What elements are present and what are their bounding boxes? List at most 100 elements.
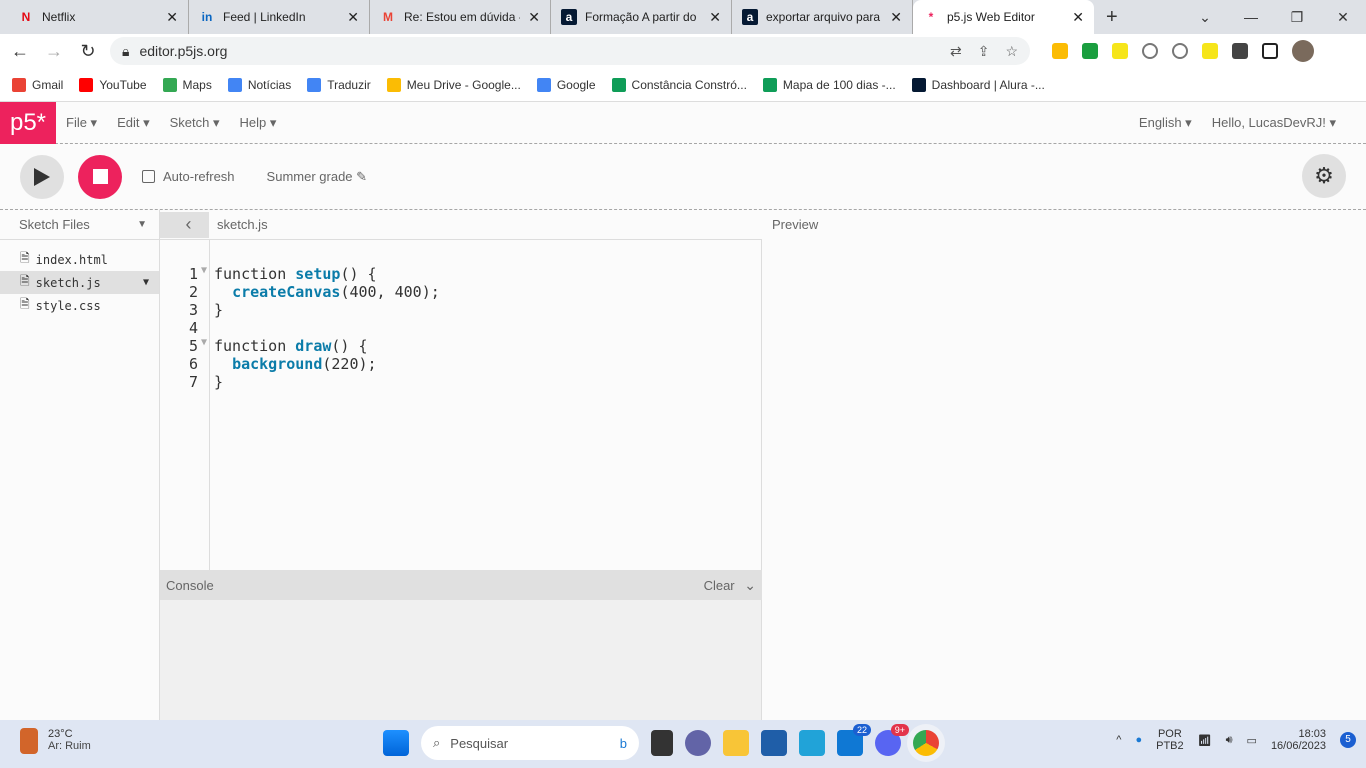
settings-button[interactable]: ⚙	[1302, 154, 1346, 198]
start-icon[interactable]	[383, 730, 409, 756]
linkedin-icon: in	[201, 10, 213, 24]
gear-icon: ⚙	[1314, 163, 1334, 188]
browser-tab[interactable]: M Re: Estou em dúvida - ✕	[370, 0, 551, 34]
back-icon[interactable]: ←	[8, 41, 32, 62]
drive-extension-icon[interactable]	[1052, 43, 1068, 59]
close-window-icon[interactable]: ✕	[1320, 0, 1366, 34]
close-tab-icon[interactable]: ✕	[166, 9, 178, 26]
fold-icon[interactable]	[198, 355, 210, 373]
menu-sketch[interactable]: Sketch ▾	[170, 115, 220, 131]
menu-file[interactable]: File ▾	[66, 115, 97, 131]
fold-icon[interactable]	[198, 283, 210, 301]
sidepanel-icon[interactable]	[1262, 43, 1278, 59]
tab-search-icon[interactable]: ⌄	[1182, 0, 1228, 34]
new-tab-button[interactable]: +	[1106, 6, 1118, 29]
console	[160, 600, 762, 720]
file-sketch-js[interactable]: 🗎 sketch.js ▼	[0, 271, 159, 294]
fold-icon[interactable]: ▼	[198, 265, 210, 283]
bookmark[interactable]: Maps	[162, 77, 212, 92]
close-tab-icon[interactable]: ✕	[890, 9, 902, 26]
outlook-icon[interactable]: 22	[837, 724, 871, 756]
menu-help[interactable]: Help ▾	[240, 115, 277, 131]
code-editor[interactable]: 1 ▼ function setup() {2 createCanvas(400, …	[160, 240, 762, 570]
browser-tab[interactable]: N Netflix ✕	[8, 0, 189, 34]
fold-icon[interactable]	[198, 301, 210, 319]
clock[interactable]: 18:03 16/06/2023	[1271, 728, 1326, 752]
input-language[interactable]: POR PTB2	[1156, 728, 1184, 752]
bookmark[interactable]: Mapa de 100 dias -...	[762, 77, 896, 92]
battery-icon[interactable]: ▭	[1247, 734, 1257, 747]
restore-icon[interactable]: ❐	[1274, 0, 1320, 34]
discord-icon[interactable]: 9+	[875, 724, 909, 756]
check-extension-icon[interactable]	[1082, 43, 1098, 59]
menu-edit[interactable]: Edit ▾	[117, 115, 150, 131]
weather-widget[interactable]: 23°C Ar: Ruim	[20, 728, 91, 754]
taskbar-search[interactable]: ⌕ Pesquisar b	[421, 726, 639, 760]
bookmark[interactable]: Gmail	[12, 77, 63, 92]
teams-icon[interactable]	[685, 730, 711, 756]
editor-header: ‹ sketch.js	[160, 210, 762, 240]
file-style-css[interactable]: 🗎 style.css	[0, 294, 159, 317]
bookmark-icon	[227, 77, 242, 92]
chrome-icon[interactable]	[913, 730, 939, 756]
fold-icon[interactable]	[198, 373, 210, 391]
browser-tab[interactable]: in Feed | LinkedIn ✕	[189, 0, 370, 34]
puzzle-icon[interactable]	[1232, 43, 1248, 59]
reload-icon[interactable]: ↻	[76, 41, 100, 62]
file-sidebar: Sketch Files ▼ 🗎 index.html 🗎 sketch.js ▼ 🗎 s…	[0, 210, 160, 720]
close-tab-icon[interactable]: ✕	[528, 9, 540, 26]
store-icon[interactable]	[761, 730, 787, 756]
avatar[interactable]	[1292, 40, 1314, 62]
collapse-sidebar-button[interactable]: ‹	[160, 211, 209, 238]
chevron-up-icon[interactable]: ^	[1116, 734, 1121, 746]
play-button[interactable]	[20, 154, 64, 199]
sketch-name[interactable]: Summer grade ✎	[267, 169, 367, 185]
fold-icon[interactable]: ▼	[198, 337, 210, 355]
defender-icon[interactable]: ●	[1135, 734, 1142, 746]
close-tab-icon[interactable]: ✕	[347, 9, 359, 26]
browser-tab[interactable]: a Formação A partir do ✕	[551, 0, 732, 34]
code-line: 7}	[188, 373, 224, 391]
language-menu[interactable]: English ▾	[1139, 115, 1192, 131]
bookmark[interactable]: Traduzir	[307, 77, 371, 92]
chevron-down-icon[interactable]: ⌄	[744, 577, 756, 593]
browser-tab[interactable]: a exportar arquivo para ✕	[732, 0, 913, 34]
p5-logo[interactable]: p5*	[0, 101, 56, 144]
bookmark[interactable]: Meu Drive - Google...	[386, 77, 521, 92]
url-bar[interactable]: 🔒︎ editor.p5js.org ⇄ ⇪ ☆	[110, 37, 1030, 65]
extension-icon[interactable]	[1202, 43, 1218, 59]
stop-icon	[92, 169, 108, 184]
bookmark[interactable]: Notícias	[227, 77, 291, 92]
console-clear-button[interactable]: Clear	[704, 578, 735, 593]
search-extension-icon[interactable]	[1112, 43, 1128, 59]
url-text[interactable]: editor.p5js.org	[139, 43, 227, 59]
close-tab-icon[interactable]: ✕	[1072, 9, 1084, 26]
bookmark[interactable]: Dashboard | Alura -...	[911, 77, 1045, 92]
extension-icon[interactable]	[1142, 43, 1158, 59]
forward-icon[interactable]: →	[42, 41, 66, 62]
browser-tab[interactable]: * p5.js Web Editor ✕	[913, 0, 1094, 34]
bookmark[interactable]: Google	[536, 77, 596, 92]
volume-icon[interactable]: 🔊︎	[1226, 734, 1233, 747]
chevron-down-icon[interactable]: ▼	[137, 219, 147, 230]
extension-icon[interactable]	[1172, 43, 1188, 59]
task-view-icon[interactable]	[651, 730, 673, 756]
auto-refresh-checkbox[interactable]: Auto-refresh	[142, 169, 235, 184]
minimize-icon[interactable]: —	[1228, 0, 1274, 34]
close-tab-icon[interactable]: ✕	[709, 9, 721, 26]
user-menu[interactable]: Hello, LucasDevRJ! ▾	[1212, 115, 1336, 131]
translate-icon[interactable]: ⇄	[950, 43, 962, 60]
checkbox[interactable]	[142, 170, 155, 183]
stop-button[interactable]	[78, 154, 122, 199]
file-options-icon[interactable]: ▼	[143, 277, 149, 288]
app-l-icon[interactable]	[799, 730, 825, 756]
fold-icon[interactable]	[198, 319, 210, 337]
bookmark[interactable]: YouTube	[79, 77, 147, 92]
star-icon[interactable]: ☆	[1005, 43, 1018, 60]
share-icon[interactable]: ⇪	[978, 43, 990, 60]
file-index-html[interactable]: 🗎 index.html	[0, 248, 159, 271]
wifi-icon[interactable]: 📶︎	[1198, 734, 1212, 747]
notification-badge[interactable]: 5	[1340, 732, 1356, 748]
file-explorer-icon[interactable]	[723, 730, 749, 756]
bookmark[interactable]: Constância Constró...	[611, 77, 747, 92]
